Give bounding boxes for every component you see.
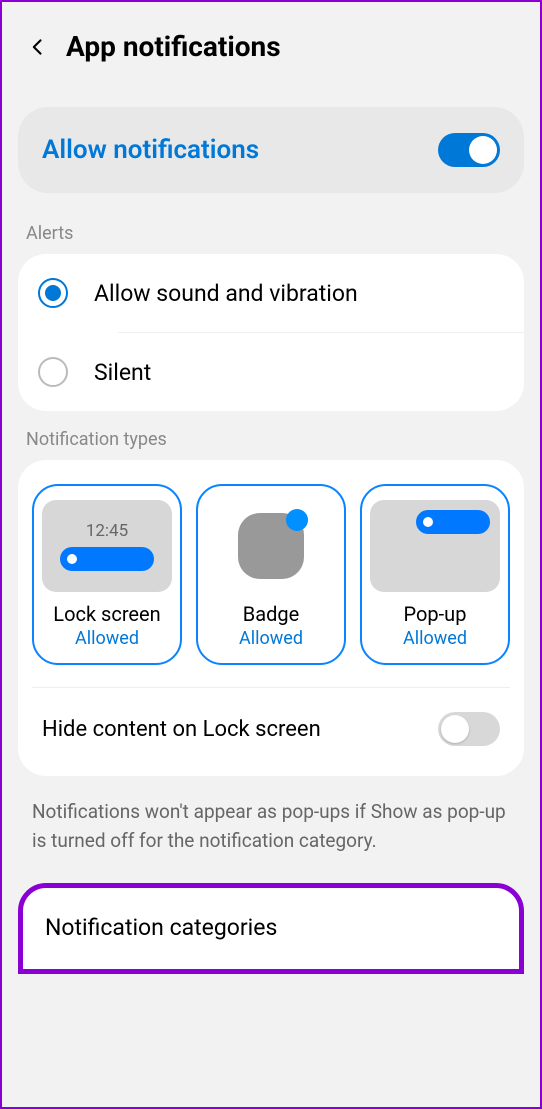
lock-screen-time: 12:45 — [86, 521, 128, 541]
popup-preview — [370, 500, 500, 592]
type-badge[interactable]: Badge Allowed — [196, 484, 346, 665]
type-title: Pop-up — [404, 602, 467, 626]
alerts-section-label: Alerts — [2, 205, 540, 254]
types-card: 12:45 Lock screen Allowed Badge Allowed — [18, 460, 524, 776]
type-title: Badge — [243, 602, 299, 626]
radio-label: Silent — [94, 359, 151, 386]
radio-silent[interactable]: Silent — [18, 333, 524, 411]
notification-categories-label: Notification categories — [45, 914, 497, 941]
hide-content-row[interactable]: Hide content on Lock screen — [32, 687, 510, 764]
radio-selected-icon — [38, 278, 68, 308]
type-status: Allowed — [75, 628, 139, 649]
notification-categories-row[interactable]: Notification categories — [18, 883, 524, 974]
type-status: Allowed — [403, 628, 467, 649]
allow-notifications-toggle[interactable] — [438, 133, 500, 167]
back-icon[interactable] — [26, 35, 50, 59]
alerts-card: Allow sound and vibration Silent — [18, 254, 524, 411]
header: App notifications — [2, 2, 540, 83]
hint-text: Notifications won't appear as pop-ups if… — [2, 776, 540, 875]
allow-notifications-row[interactable]: Allow notifications — [18, 107, 524, 193]
types-section-label: Notification types — [2, 411, 540, 460]
lock-screen-preview: 12:45 — [42, 500, 172, 592]
type-popup[interactable]: Pop-up Allowed — [360, 484, 510, 665]
allow-notifications-label: Allow notifications — [42, 135, 259, 165]
hide-content-toggle[interactable] — [438, 712, 500, 746]
badge-dot-icon — [286, 509, 308, 531]
type-lock-screen[interactable]: 12:45 Lock screen Allowed — [32, 484, 182, 665]
radio-unselected-icon — [38, 357, 68, 387]
radio-sound-vibration[interactable]: Allow sound and vibration — [18, 254, 524, 332]
page-title: App notifications — [66, 30, 281, 63]
type-title: Lock screen — [53, 602, 160, 626]
toggle-knob — [469, 136, 497, 164]
toggle-knob — [441, 715, 469, 743]
type-status: Allowed — [239, 628, 303, 649]
radio-label: Allow sound and vibration — [94, 280, 358, 307]
hide-content-label: Hide content on Lock screen — [42, 717, 321, 742]
badge-preview — [238, 513, 304, 579]
